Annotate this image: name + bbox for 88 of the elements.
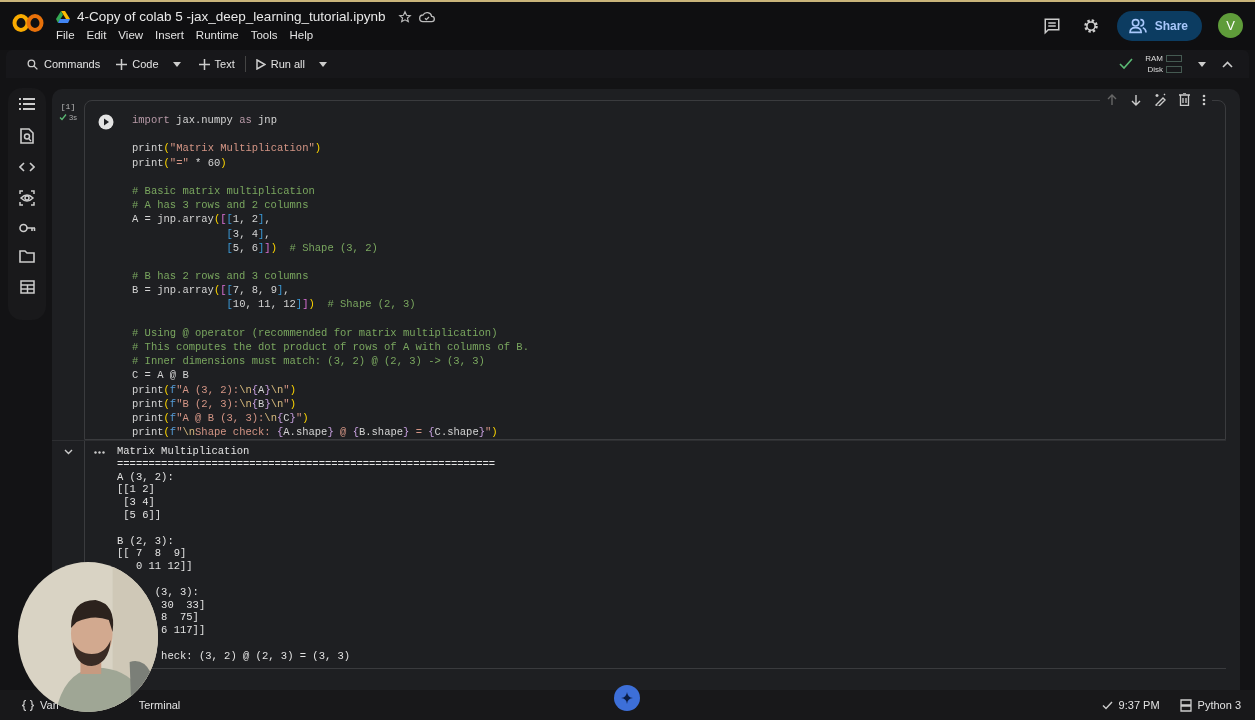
output-line: A (3, 2): (117, 470, 175, 484)
output-line: heck: (3, 2) @ (2, 3) = (3, 3) (160, 649, 352, 663)
folder-icon[interactable] (19, 250, 35, 263)
caret-icon[interactable] (319, 61, 327, 67)
run-button[interactable] (98, 114, 114, 130)
collapse-icon[interactable] (1222, 60, 1233, 68)
delete-icon[interactable] (1179, 93, 1190, 106)
ram-meter (1166, 55, 1182, 62)
logo-icon[interactable] (12, 12, 44, 34)
code-line: print(f"A (3, 2):\n{A}\n") (132, 382, 297, 397)
menu-item[interactable]: File (56, 29, 87, 41)
code-line: [3, 4], (225, 226, 272, 241)
settings-icon[interactable] (1081, 17, 1100, 35)
terminal-button[interactable]: Terminal (138, 699, 181, 711)
menu-item[interactable]: View (118, 29, 156, 41)
code-line: print(f"\nShape check: {A.shape} @ {B.shape} = {C.shape}") (132, 425, 499, 440)
code-line: # B has 2 rows and 3 columns (132, 269, 310, 284)
output-line: [3 4] (122, 496, 156, 509)
caret-icon[interactable] (1198, 61, 1206, 67)
code-line: A = jnp.array([[1, 2], (132, 212, 272, 227)
commands-button[interactable]: Commands (20, 55, 107, 73)
code-line: print("Matrix Multiplication") (132, 141, 323, 156)
code-line: B = jnp.array([[7, 8, 9], (132, 283, 291, 298)
disk-meter (1166, 66, 1182, 73)
chevron-icon[interactable] (63, 449, 73, 455)
output-line: (3, 3): (153, 585, 200, 599)
menu-item[interactable]: Tools (250, 29, 290, 41)
add-code-button[interactable]: Code (110, 56, 165, 72)
variables-button[interactable]: Vari (40, 699, 59, 711)
output-line: [[ 7 8 9] (117, 547, 188, 561)
code-line: # Using @ operator (recommended for matrix multiplication) (132, 325, 499, 340)
ram-label: RAM (1145, 54, 1163, 63)
code-line: # Inner dimensions must match: (3, 2) @ (2, 3) -> (3, 3) (132, 354, 486, 369)
output-line: 6 117]] (160, 624, 207, 637)
code-line: print("=" * 60) (132, 155, 228, 170)
move-down-icon[interactable] (1130, 93, 1142, 106)
share-button[interactable]: Share (1116, 11, 1202, 41)
play-icon (255, 58, 266, 70)
key-icon[interactable] (18, 223, 36, 233)
star-icon[interactable] (398, 9, 413, 24)
menu-item[interactable]: Help (289, 29, 326, 41)
code-line: [10, 11, 12]]) # Shape (2, 3) (225, 297, 417, 312)
people-icon (1127, 18, 1148, 34)
menu-item[interactable]: Insert (155, 29, 196, 41)
braces-icon[interactable] (22, 699, 34, 711)
code-icon[interactable] (19, 161, 35, 173)
sparkle-icon (621, 692, 633, 704)
add-text-button[interactable]: Text (192, 56, 241, 72)
menu-item[interactable]: Runtime (195, 29, 251, 41)
notebook-title[interactable]: 4-Copy of colab 5 -jax_deep_learning_tutorial.ipynb (77, 9, 386, 24)
save-time: 9:37 PM (1118, 699, 1160, 711)
caret-icon[interactable] (172, 61, 181, 67)
output-line: [5 6]] (122, 509, 163, 522)
code-line: import jax.numpy as jnp (132, 113, 278, 128)
output-line: ============================================================ (117, 457, 496, 471)
output-line: B (2, 3): (117, 534, 175, 548)
plus-icon (198, 58, 210, 70)
more-icon[interactable] (94, 451, 105, 454)
comment-icon[interactable] (1042, 17, 1061, 35)
magic-pen-icon[interactable] (1154, 93, 1167, 106)
code-line: C = A @ B (132, 368, 190, 383)
menu-item[interactable]: Edit (86, 29, 119, 41)
execution-count: [1] (60, 102, 76, 111)
output-line: 30 33] (160, 598, 207, 612)
server-icon (1179, 698, 1192, 712)
code-line: print(f"B (2, 3):\n{B}\n") (132, 396, 297, 411)
code-line: [5, 6]]) # Shape (3, 2) (225, 240, 379, 255)
drive-icon (56, 10, 70, 23)
table-of-contents-icon[interactable] (19, 97, 35, 111)
eye-icon[interactable] (19, 190, 35, 206)
move-up-icon[interactable] (1106, 93, 1118, 106)
output-line: [[1 2] (117, 483, 156, 497)
table-icon[interactable] (19, 280, 35, 294)
run-all-button[interactable]: Run all (249, 56, 311, 72)
plus-icon (116, 58, 128, 70)
output-line: 8 75] (160, 611, 200, 625)
disk-label: Disk (1147, 65, 1163, 74)
find-icon[interactable] (20, 128, 34, 144)
output-line: 0 11 12]] (134, 560, 194, 573)
cloud-icon[interactable] (419, 9, 436, 24)
code-line: # A has 3 rows and 2 columns (132, 198, 310, 213)
more-icon[interactable] (1202, 93, 1206, 106)
output-line: Matrix Multiplication (117, 445, 251, 458)
runtime-label[interactable]: Python 3 (1197, 699, 1241, 711)
code-line: print(f"A @ B (3, 3):\n{C}") (132, 410, 310, 426)
code-line: # Basic matrix multiplication (132, 183, 316, 199)
search-icon (26, 57, 39, 71)
code-line: # This computes the dot product of rows of A with columns of B. (132, 340, 529, 355)
